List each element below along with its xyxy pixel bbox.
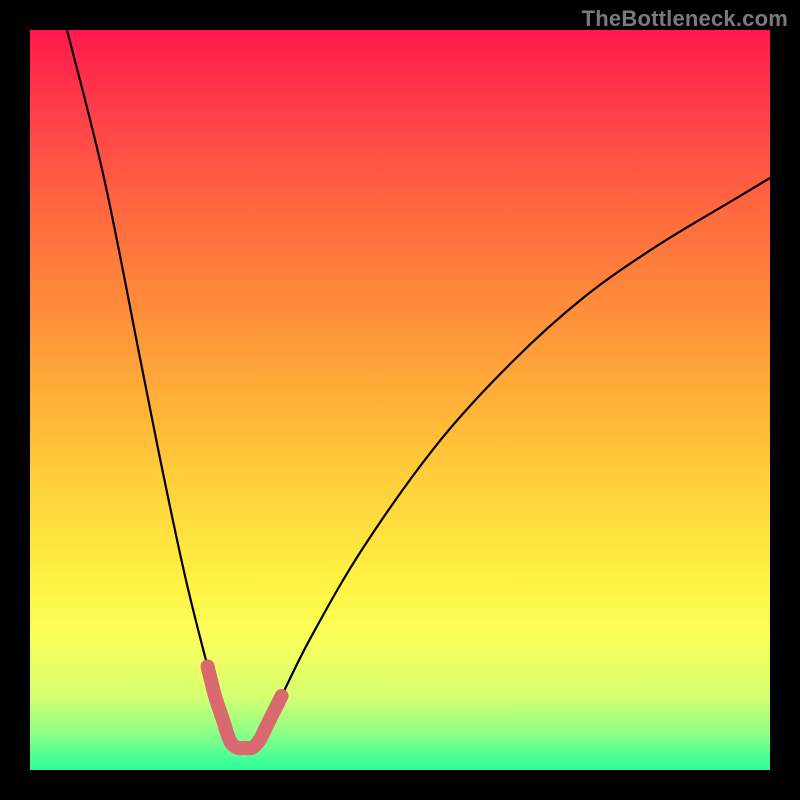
series-bottleneck-curve: [67, 30, 770, 748]
chart-svg: [30, 30, 770, 770]
watermark-text: TheBottleneck.com: [582, 6, 788, 32]
chart-plot-area: [30, 30, 770, 770]
series-highlight-band: [208, 666, 282, 748]
